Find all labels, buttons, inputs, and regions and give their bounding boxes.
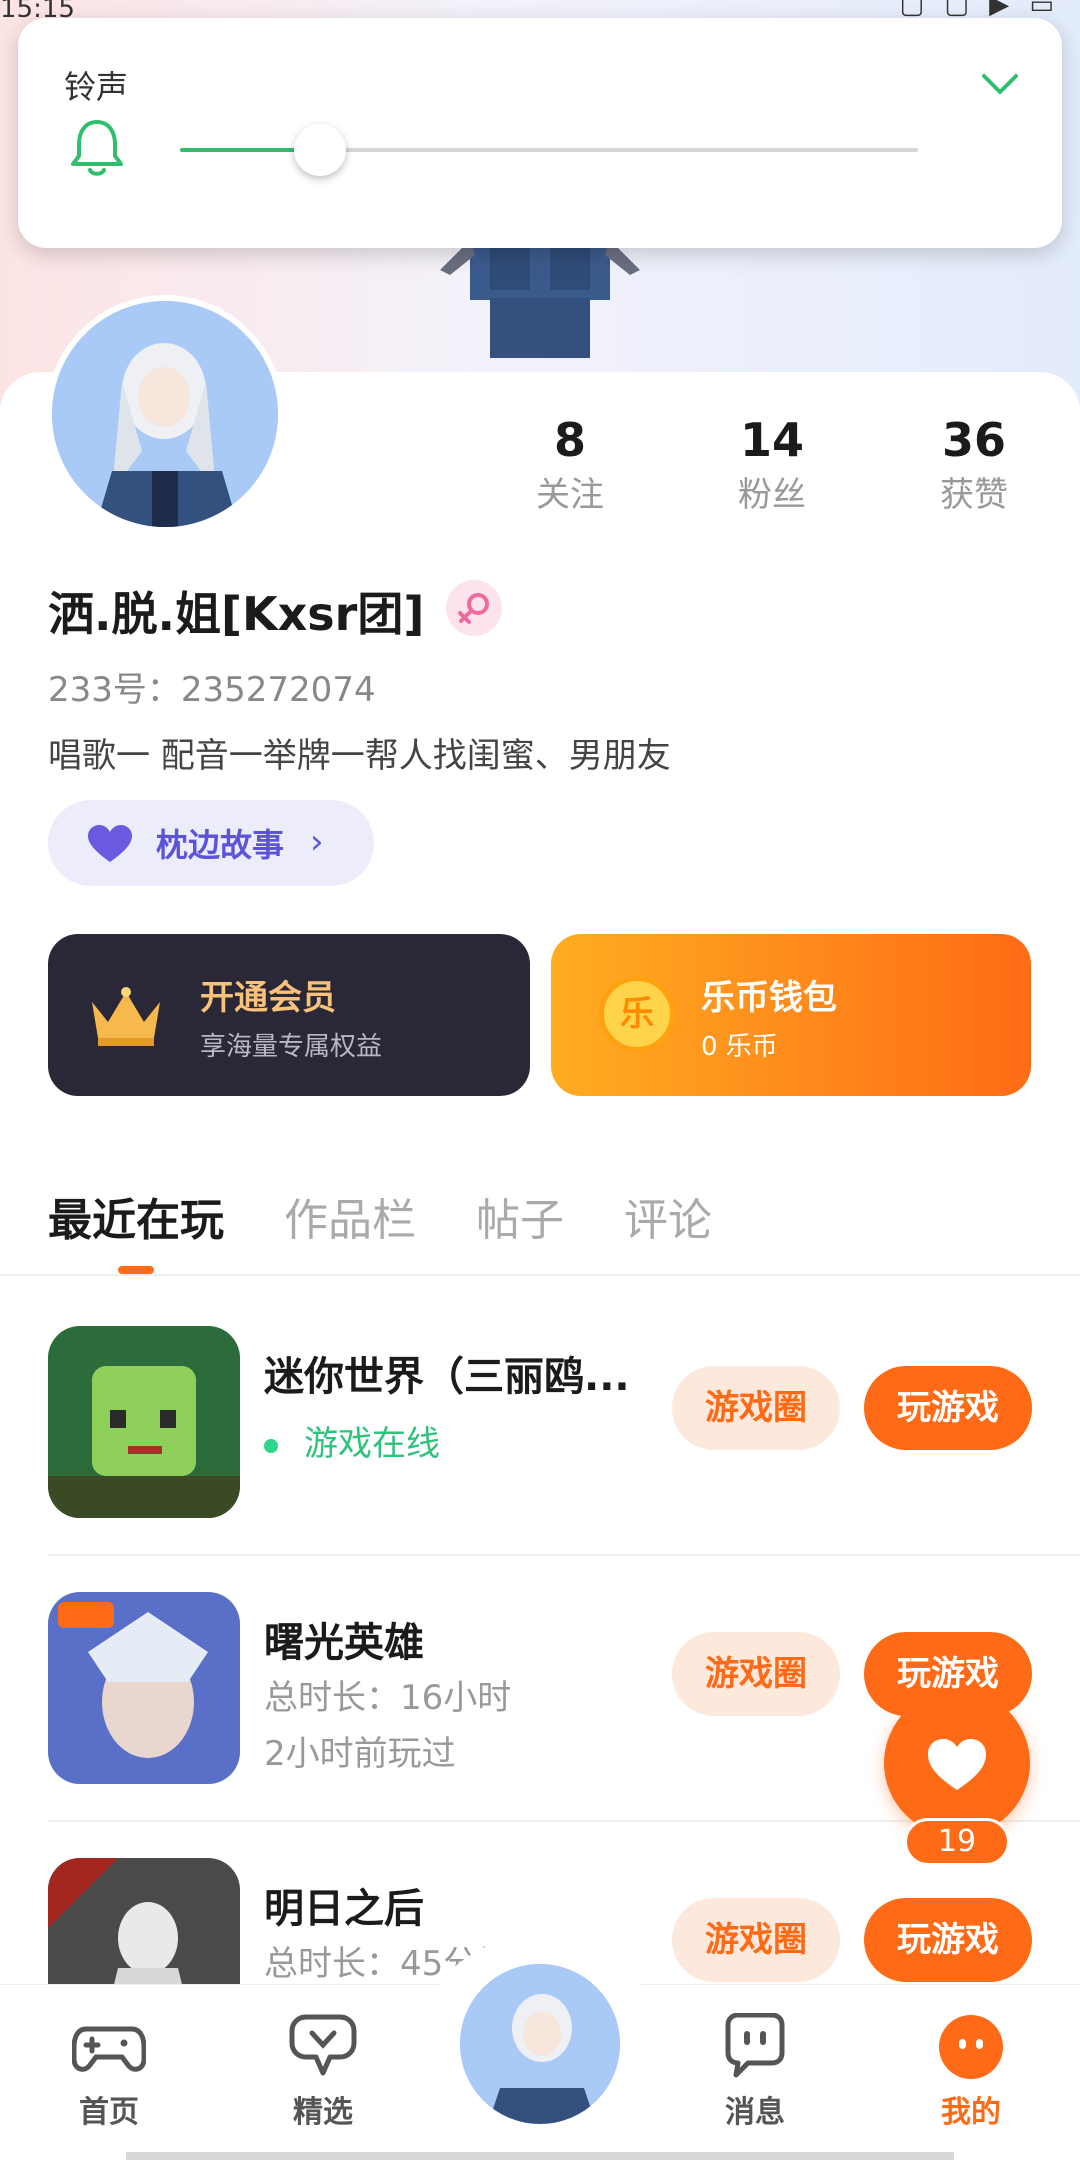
nav-messages-label: 消息 <box>725 2095 785 2130</box>
vip-title: 开通会员 <box>200 978 336 1018</box>
nav-messages[interactable]: 消息 <box>680 1985 830 2131</box>
nav-profile-label: 我的 <box>941 2095 1001 2130</box>
coin-icon: 乐 <box>599 976 675 1052</box>
tab-indicator <box>118 1266 154 1274</box>
status-icons: ▢ ▢ ▶ ▭ <box>899 0 1060 20</box>
nav-profile[interactable]: 我的 <box>896 1985 1046 2131</box>
user-id: 233号：235272074 <box>48 670 376 710</box>
game-circle-button[interactable]: 游戏圈 <box>672 1632 840 1716</box>
bedside-story-button[interactable]: 枕边故事 › <box>48 800 374 886</box>
stat-following[interactable]: 8 关注 <box>490 410 650 520</box>
play-game-button[interactable]: 玩游戏 <box>864 1366 1032 1450</box>
heart-chat-icon <box>289 2014 357 2076</box>
volume-panel-title: 铃声 <box>64 68 129 106</box>
game-icon-mini-world <box>48 1326 240 1518</box>
nav-featured-label: 精选 <box>293 2095 353 2130</box>
volume-slider[interactable] <box>180 124 918 176</box>
home-indicator <box>126 2152 954 2160</box>
tab-posts[interactable]: 帖子 <box>476 1184 564 1248</box>
volume-slider-thumb[interactable] <box>294 124 347 176</box>
volume-panel: 铃声 <box>18 18 1062 248</box>
online-dot-icon <box>264 1438 278 1453</box>
bio: 唱歌一 配音一举牌一帮人找闺蜜、男朋友 <box>48 736 671 776</box>
game-circle-button[interactable]: 游戏圈 <box>672 1898 840 1982</box>
chevron-down-icon[interactable] <box>978 62 1022 106</box>
game-row[interactable]: 迷你世界（三丽鸥... 游戏在线 游戏圈 玩游戏 <box>48 1292 1032 1556</box>
stat-value: 8 <box>553 413 586 467</box>
game-duration: 总时长：16小时 <box>264 1678 512 1718</box>
wallet-balance: 0 乐币 <box>701 1032 778 1062</box>
stat-value: 14 <box>739 413 804 467</box>
game-name: 曙光英雄 <box>264 1620 424 1666</box>
tab-comments[interactable]: 评论 <box>624 1184 712 1248</box>
vip-subtitle: 享海量专属权益 <box>200 1032 383 1062</box>
game-online-status: 游戏在线 <box>264 1416 440 1465</box>
profile-stats: 8 关注 14 粉丝 36 获赞 <box>490 410 1050 530</box>
heart-icon <box>928 1739 986 1790</box>
female-gender-icon <box>446 580 502 636</box>
wallet-title: 乐币钱包 <box>701 978 837 1018</box>
stat-label: 获赞 <box>940 475 1008 515</box>
like-count-badge: 19 <box>904 1818 1010 1866</box>
tab-recently-played[interactable]: 最近在玩 <box>48 1184 224 1248</box>
game-circle-button[interactable]: 游戏圈 <box>672 1366 840 1450</box>
like-floating-button[interactable] <box>884 1690 1030 1836</box>
stat-followers[interactable]: 14 粉丝 <box>692 410 852 520</box>
bedside-story-label: 枕边故事 <box>156 826 285 864</box>
bell-icon[interactable] <box>66 116 128 178</box>
stat-value: 36 <box>941 413 1006 467</box>
nickname: 洒.脱.姐[Kxsr团] <box>48 587 425 641</box>
gamepad-icon <box>72 2026 146 2072</box>
stat-likes[interactable]: 36 获赞 <box>894 410 1054 520</box>
game-online-text: 游戏在线 <box>304 1424 440 1464</box>
avatar[interactable] <box>46 295 284 533</box>
heart-icon <box>88 825 132 862</box>
chevron-right-icon: › <box>310 822 324 862</box>
nav-home[interactable]: 首页 <box>34 1985 184 2131</box>
vip-card[interactable]: 开通会员 享海量专属权益 <box>48 934 530 1096</box>
stat-label: 粉丝 <box>738 475 806 515</box>
profile-face-icon <box>939 2015 1003 2079</box>
game-icon-dawn-heroes <box>48 1592 240 1784</box>
game-name: 迷你世界（三丽鸥... <box>264 1354 630 1400</box>
nav-center-avatar-button[interactable] <box>454 1958 626 2130</box>
play-game-button[interactable]: 玩游戏 <box>864 1898 1032 1982</box>
profile-tabs: 最近在玩 作品栏 帖子 评论 <box>0 1170 1080 1276</box>
crown-icon <box>92 987 160 1046</box>
game-name: 明日之后 <box>264 1886 424 1932</box>
nav-home-label: 首页 <box>79 2095 139 2130</box>
row-divider <box>48 1554 1080 1556</box>
tab-works[interactable]: 作品栏 <box>284 1184 416 1248</box>
wallet-card[interactable]: 乐 乐币钱包 0 乐币 <box>551 934 1031 1096</box>
game-last-played: 2小时前玩过 <box>264 1734 456 1774</box>
stat-label: 关注 <box>536 475 604 515</box>
nav-featured[interactable]: 精选 <box>248 1985 398 2131</box>
message-icon <box>725 2013 785 2078</box>
